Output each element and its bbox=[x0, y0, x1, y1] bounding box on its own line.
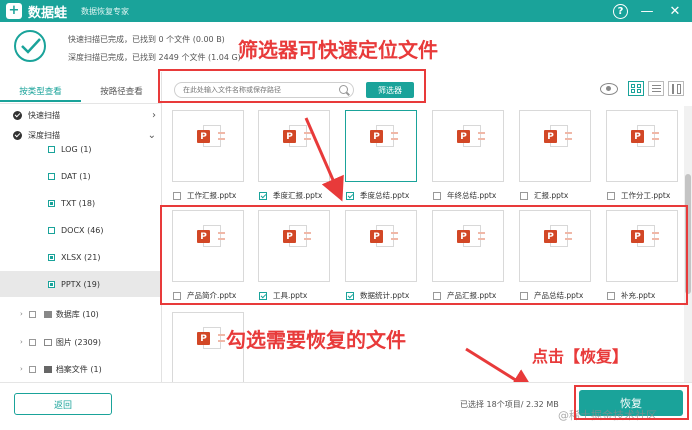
annotation-select-hint: 勾选需要恢复的文件 bbox=[226, 328, 406, 352]
filetype-pptx[interactable]: PPTX (19) bbox=[0, 271, 161, 297]
database-icon bbox=[43, 310, 52, 318]
annotation-filter-hint: 筛选器可快速定位文件 bbox=[238, 38, 438, 62]
app-subtitle: 数据恢复专家 bbox=[81, 6, 130, 16]
detail-view-icon[interactable] bbox=[668, 81, 684, 96]
check-icon bbox=[13, 110, 22, 120]
filetype-log[interactable]: LOG (1) bbox=[0, 136, 161, 162]
filetype-checkbox[interactable] bbox=[48, 145, 55, 153]
filetype-label: DOCX (46) bbox=[61, 225, 104, 235]
quick-scan-label: 快速扫描 bbox=[28, 110, 60, 120]
selection-info: 已选择 18个项目/ 2.32 MB bbox=[460, 400, 559, 409]
filetype-checkbox[interactable] bbox=[48, 172, 55, 180]
filetype-label: LOG (1) bbox=[61, 144, 92, 154]
file-thumbnail[interactable]: P bbox=[345, 110, 417, 182]
scan-complete-icon bbox=[14, 30, 46, 62]
archive-icon bbox=[43, 365, 52, 373]
filetype-label: XLSX (21) bbox=[61, 252, 101, 262]
filetype-checkbox[interactable] bbox=[48, 253, 55, 261]
filetype-label: TXT (18) bbox=[61, 198, 96, 208]
category-checkbox[interactable] bbox=[28, 365, 36, 373]
back-button[interactable]: 返回 bbox=[14, 393, 112, 415]
file-checkbox[interactable] bbox=[607, 191, 615, 200]
tab-by-type[interactable]: 按类型查看 bbox=[0, 82, 81, 102]
expand-arrow-icon[interactable]: › bbox=[20, 338, 23, 346]
category-checkbox[interactable] bbox=[28, 338, 36, 346]
pptx-file-icon: P bbox=[370, 125, 398, 149]
file-name: 工作分工.pptx bbox=[621, 191, 671, 200]
file-item[interactable]: 汇报.pptx bbox=[520, 190, 606, 201]
help-icon[interactable]: ? bbox=[613, 3, 628, 19]
file-checkbox[interactable] bbox=[433, 191, 441, 200]
file-checkbox[interactable] bbox=[259, 191, 267, 200]
minimize-button[interactable]: — bbox=[638, 2, 656, 20]
app-name: 数据蛙 bbox=[28, 5, 68, 21]
category-label: 档案文件 (1) bbox=[55, 364, 102, 374]
preview-eye-icon[interactable] bbox=[600, 82, 618, 95]
filetype-dat[interactable]: DAT (1) bbox=[0, 163, 161, 189]
category-images[interactable]: › 图片 (2309) bbox=[0, 333, 161, 351]
tab-divider bbox=[0, 103, 161, 104]
file-name: 汇报.pptx bbox=[534, 191, 569, 200]
file-checkbox[interactable] bbox=[173, 191, 181, 200]
file-thumbnail[interactable]: P bbox=[258, 110, 330, 182]
view-tabs: 按类型查看 按路径查看 bbox=[0, 82, 161, 102]
annotation-click-hint: 点击【恢复】 bbox=[532, 347, 629, 366]
pptx-file-icon: P bbox=[631, 125, 659, 149]
expand-arrow-icon[interactable]: › bbox=[20, 365, 23, 373]
pptx-file-icon: P bbox=[197, 327, 225, 351]
category-label: 图片 (2309) bbox=[55, 337, 101, 347]
filetype-checkbox[interactable] bbox=[48, 226, 55, 234]
chevron-right-icon[interactable]: › bbox=[152, 110, 156, 121]
pptx-file-icon: P bbox=[283, 125, 311, 149]
category-label: 数据库 (10) bbox=[55, 309, 99, 319]
window-controls: ? — ✕ bbox=[613, 2, 684, 20]
file-thumbnail[interactable]: P bbox=[432, 110, 504, 182]
pptx-file-icon: P bbox=[197, 125, 225, 149]
file-item[interactable]: 季度汇报.pptx bbox=[259, 190, 345, 201]
grid-view-icon[interactable] bbox=[628, 81, 644, 96]
file-item[interactable]: 工作分工.pptx bbox=[607, 190, 684, 201]
file-item[interactable]: 季度总结.pptx bbox=[346, 190, 432, 201]
file-thumbnail[interactable]: P bbox=[606, 110, 678, 182]
file-name: 季度汇报.pptx bbox=[273, 191, 323, 200]
category-database[interactable]: › 数据库 (10) bbox=[0, 305, 161, 323]
file-name: 工作汇报.pptx bbox=[187, 191, 237, 200]
deep-scan-status: 深度扫描已完成，已找到 2449 个文件 (1.04 G) bbox=[68, 53, 241, 62]
view-switcher bbox=[600, 81, 684, 96]
quick-scan-row[interactable]: 快速扫描 › bbox=[0, 106, 161, 124]
pptx-file-icon: P bbox=[544, 125, 572, 149]
filetype-docx[interactable]: DOCX (46) bbox=[0, 217, 161, 243]
file-item[interactable]: 年终总结.pptx bbox=[433, 190, 519, 201]
filetype-label: DAT (1) bbox=[61, 171, 91, 181]
file-name: 季度总结.pptx bbox=[360, 191, 410, 200]
file-name: 年终总结.pptx bbox=[447, 191, 497, 200]
file-thumbnail[interactable]: P bbox=[519, 110, 591, 182]
annotation-box-files bbox=[160, 205, 688, 305]
file-checkbox[interactable] bbox=[346, 191, 354, 200]
file-checkbox[interactable] bbox=[520, 191, 528, 200]
pptx-file-icon: P bbox=[457, 125, 485, 149]
category-checkbox[interactable] bbox=[28, 310, 36, 318]
category-archives[interactable]: › 档案文件 (1) bbox=[0, 360, 161, 378]
tab-by-path[interactable]: 按路径查看 bbox=[81, 82, 161, 102]
title-bar: + 数据蛙 数据恢复专家 ? — ✕ bbox=[0, 0, 692, 22]
filetype-label: PPTX (19) bbox=[61, 279, 100, 289]
app-logo-icon: + bbox=[6, 3, 22, 19]
quick-scan-status: 快速扫描已完成，已找到 0 个文件 (0.00 B) bbox=[68, 35, 225, 44]
filetype-checkbox[interactable] bbox=[48, 199, 55, 207]
filetype-checkbox[interactable] bbox=[48, 280, 55, 288]
left-panel: 按类型查看 按路径查看 快速扫描 › 深度扫描 ⌄ LOG (1) DAT (1… bbox=[0, 72, 162, 382]
list-view-icon[interactable] bbox=[648, 81, 664, 96]
filetype-txt[interactable]: TXT (18) bbox=[0, 190, 161, 216]
expand-arrow-icon[interactable]: › bbox=[20, 310, 23, 318]
file-item[interactable]: 工作汇报.pptx bbox=[173, 190, 259, 201]
image-icon bbox=[43, 338, 52, 346]
file-thumbnail[interactable]: P bbox=[172, 110, 244, 182]
filetype-xlsx[interactable]: XLSX (21) bbox=[0, 244, 161, 270]
annotation-box-recover bbox=[574, 385, 689, 420]
annotation-box-filter bbox=[158, 69, 426, 103]
close-button[interactable]: ✕ bbox=[666, 2, 684, 20]
